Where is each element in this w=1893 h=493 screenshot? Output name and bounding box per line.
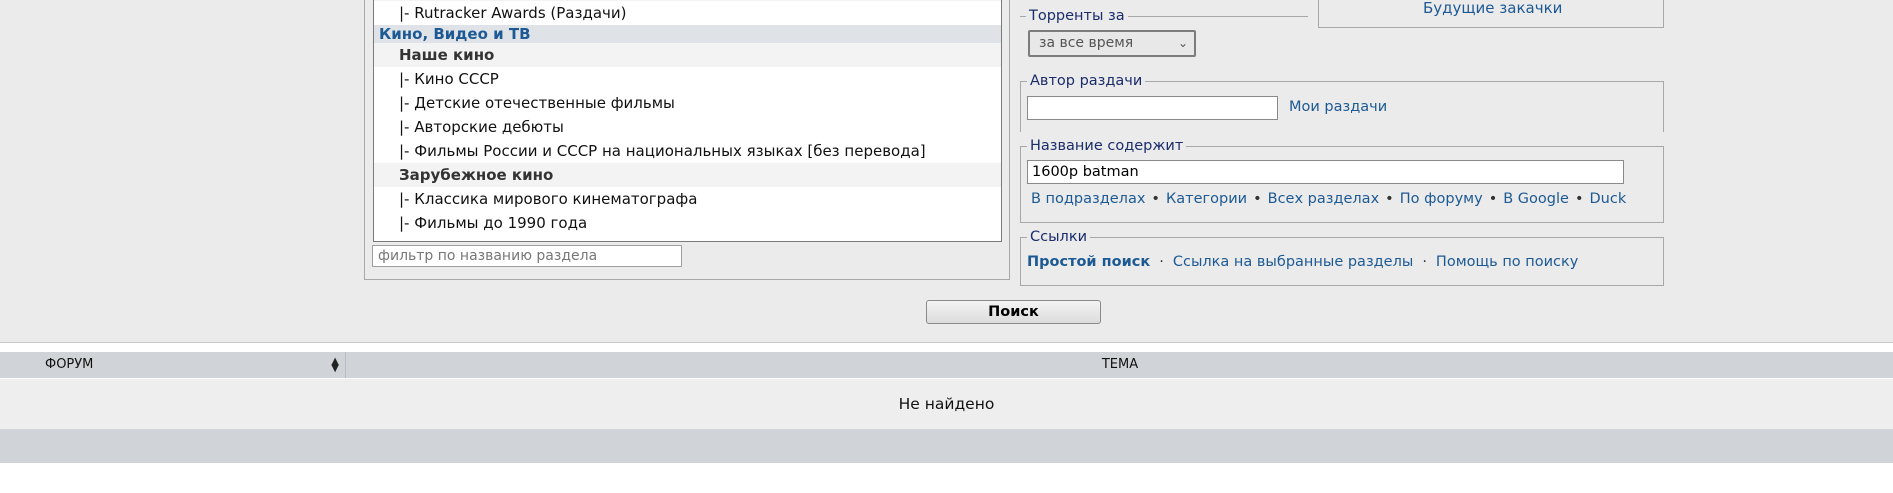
column-forum[interactable]: ФОРУМ ▲ ▼ bbox=[0, 352, 346, 378]
links-row: Простой поиск · Ссылка на выбранные раздел… bbox=[1027, 254, 1579, 270]
torrents-period-select[interactable]: за все время ⌄ bbox=[1028, 30, 1196, 57]
all-forums-link[interactable]: Всех разделах bbox=[1268, 191, 1380, 207]
future-downloads-link[interactable]: Будущие закачки bbox=[1423, 0, 1562, 17]
simple-search-link[interactable]: Простой поиск bbox=[1027, 254, 1150, 270]
by-forum-link[interactable]: По форуму bbox=[1400, 191, 1483, 207]
column-topic-label: ТЕМА bbox=[1101, 357, 1139, 372]
torrents-period-legend: Торренты за bbox=[1026, 7, 1128, 25]
forum-option[interactable]: |- Классика мирового кинематографа bbox=[374, 187, 1001, 211]
forum-option[interactable]: |- Фильмы России и СССР на национальных … bbox=[374, 139, 1001, 163]
divider bbox=[0, 342, 1893, 343]
title-legend: Название содержит bbox=[1027, 137, 1187, 155]
title-fieldset: Название содержит bbox=[1020, 137, 1664, 223]
forum-option[interactable]: |- Rutracker Awards (Раздачи) bbox=[374, 1, 1001, 25]
forum-option[interactable]: |- Детские отечественные фильмы bbox=[374, 91, 1001, 115]
sort-icon: ▲ ▼ bbox=[331, 356, 339, 374]
results-empty-message: Не найдено bbox=[0, 379, 1893, 429]
column-forum-label: ФОРУМ bbox=[45, 357, 94, 372]
forum-group[interactable]: Зарубежное кино bbox=[374, 163, 1001, 187]
results-table-header: ФОРУМ ▲ ▼ ТЕМА bbox=[0, 352, 1893, 378]
forum-list[interactable]: Награды Awards (Переклички и конкурсы)|-… bbox=[373, 0, 1002, 242]
google-link[interactable]: В Google bbox=[1503, 191, 1569, 207]
duck-link[interactable]: Duck bbox=[1590, 191, 1627, 207]
search-button[interactable]: Поиск bbox=[926, 300, 1101, 324]
forum-group[interactable]: Наше кино bbox=[374, 43, 1001, 67]
forum-option[interactable]: |- Фильмы до 1990 года bbox=[374, 211, 1001, 235]
title-search-links: В подразделах • Категории • Всех разделах • По… bbox=[1031, 191, 1627, 207]
author-input[interactable] bbox=[1027, 96, 1278, 120]
my-torrents-link[interactable]: Мои раздачи bbox=[1289, 99, 1387, 115]
column-topic[interactable]: ТЕМА bbox=[347, 352, 1893, 378]
forum-option[interactable]: |- Кино СССР bbox=[374, 67, 1001, 91]
categories-link[interactable]: Категории bbox=[1166, 191, 1247, 207]
in-subforums-link[interactable]: В подразделах bbox=[1031, 191, 1145, 207]
future-downloads-box: Будущие закачки bbox=[1318, 0, 1664, 28]
search-help-link[interactable]: Помощь по поиску bbox=[1436, 254, 1578, 270]
selected-forums-link[interactable]: Ссылка на выбранные разделы bbox=[1173, 254, 1413, 270]
torrents-period-value: за все время bbox=[1039, 35, 1134, 51]
title-search-input[interactable] bbox=[1027, 160, 1624, 184]
links-legend: Ссылки bbox=[1027, 228, 1090, 246]
forum-category[interactable]: Кино, Видео и ТВ bbox=[374, 25, 1001, 43]
results-table-footer bbox=[0, 429, 1893, 463]
forum-option[interactable]: |- Авторские дебюты bbox=[374, 115, 1001, 139]
forum-select-panel: Награды Awards (Переклички и конкурсы)|-… bbox=[364, 0, 1010, 280]
chevron-down-icon: ⌄ bbox=[1177, 36, 1188, 50]
author-legend: Автор раздачи bbox=[1027, 72, 1146, 90]
forum-filter-input[interactable] bbox=[372, 245, 682, 267]
